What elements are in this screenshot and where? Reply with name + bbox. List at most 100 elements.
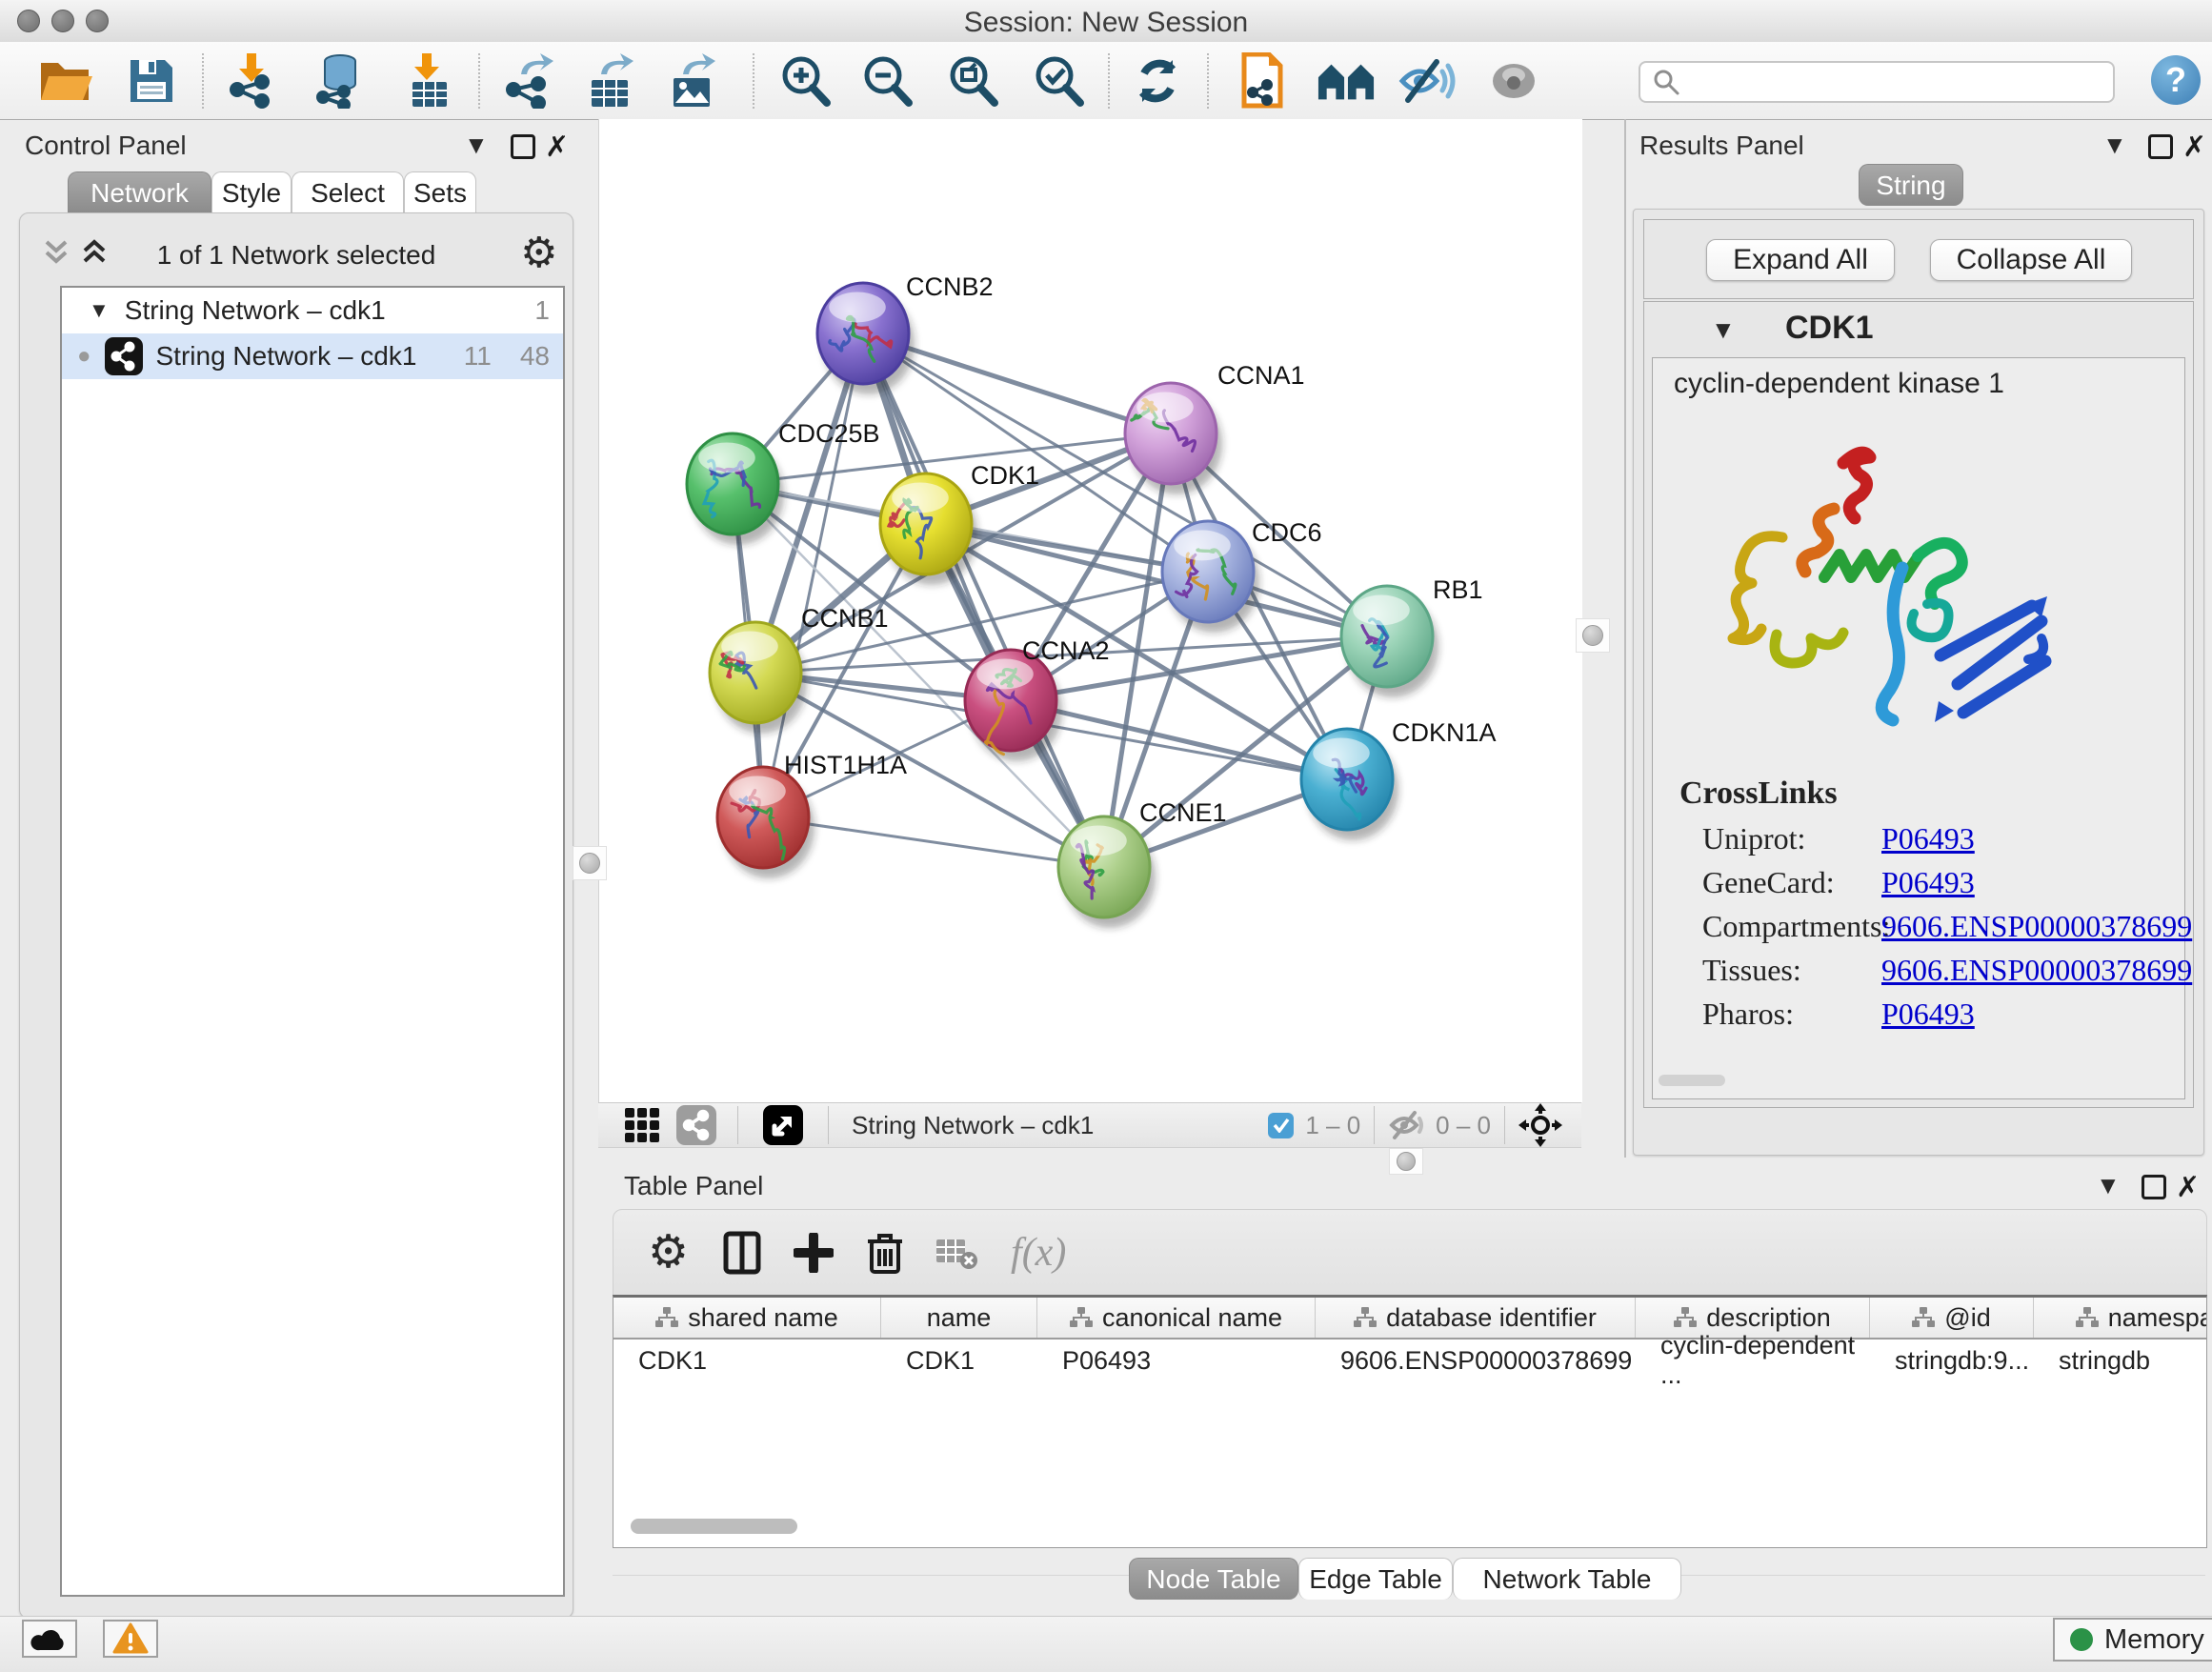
import-network-button[interactable]	[221, 51, 280, 111]
table-row[interactable]: CDK1CDK1P064939606.ENSP00000378699cyclin…	[613, 1340, 2207, 1381]
network-node-CCNE1[interactable]	[1058, 816, 1156, 928]
crosslink-uniprot-link[interactable]: P06493	[1881, 821, 1975, 856]
warning-status-button[interactable]	[103, 1620, 158, 1658]
search-input[interactable]	[1680, 67, 2084, 98]
network-node-CCNB2[interactable]	[817, 283, 915, 394]
float-panel-icon[interactable]: ▼	[2102, 132, 2127, 157]
column-header-canonical-name[interactable]: canonical name	[1037, 1298, 1316, 1338]
tab-select[interactable]: Select	[292, 171, 404, 213]
network-node-CCNA1[interactable]	[1125, 383, 1222, 494]
network-edge-CCNB2-CCNE1[interactable]	[863, 333, 1104, 867]
network-collection-row[interactable]: ▼ String Network – cdk1 1	[62, 288, 563, 333]
collection-expand-arrow-icon[interactable]: ▼	[89, 300, 110, 321]
network-node-CDC25B[interactable]	[687, 433, 784, 545]
vertical-splitter-handle[interactable]	[1576, 618, 1610, 653]
hide-graphics-button[interactable]	[1484, 51, 1543, 111]
function-builder-icon[interactable]: f(x)	[1011, 1230, 1066, 1276]
maximize-panel-icon[interactable]	[2148, 134, 2173, 159]
zoom-fit-button[interactable]	[943, 51, 1002, 111]
crosslink-compartments-link[interactable]: 9606.ENSP00000378699	[1881, 909, 2192, 944]
selected-checkbox-icon[interactable]	[1268, 1113, 1294, 1138]
zoom-selected-button[interactable]	[1029, 51, 1088, 111]
import-network-from-database-button[interactable]	[311, 51, 370, 111]
fit-selected-crosshair-icon[interactable]	[1518, 1103, 1562, 1147]
column-header-shared-name[interactable]: shared name	[613, 1298, 881, 1338]
expand-all-button[interactable]: Expand All	[1706, 239, 1895, 281]
table-cell[interactable]: cyclin-dependent ...	[1636, 1340, 1870, 1381]
collapse-all-button[interactable]: Collapse All	[1930, 239, 2132, 281]
tab-style[interactable]: Style	[211, 171, 292, 213]
refresh-view-button[interactable]	[1128, 51, 1187, 111]
network-node-CDC6[interactable]	[1162, 521, 1259, 633]
export-image-button[interactable]	[663, 51, 722, 111]
delete-table-icon[interactable]	[935, 1236, 978, 1270]
table-cell[interactable]: P06493	[1037, 1340, 1316, 1381]
button-label: Collapse All	[1957, 244, 2106, 276]
network-node-CDKN1A[interactable]	[1301, 729, 1398, 840]
detach-view-icon[interactable]	[763, 1105, 803, 1145]
memory-label: Memory	[2104, 1624, 2204, 1656]
table-cell[interactable]: CDK1	[881, 1340, 1037, 1381]
close-panel-icon[interactable]: ✗	[545, 131, 569, 164]
close-panel-icon[interactable]: ✗	[2176, 1171, 2200, 1204]
hidden-eye-icon[interactable]	[1388, 1110, 1426, 1140]
crosslink-tissues-link[interactable]: 9606.ENSP00000378699	[1881, 953, 2192, 988]
save-session-button[interactable]	[122, 51, 181, 111]
network-row-selected[interactable]: ● String Network – cdk1 11 48	[62, 333, 563, 379]
create-column-plus-icon[interactable]	[794, 1233, 834, 1273]
cloud-status-button[interactable]	[22, 1620, 77, 1658]
zoom-in-button[interactable]	[775, 51, 835, 111]
birds-eye-view-icon[interactable]	[623, 1106, 661, 1144]
close-panel-icon[interactable]: ✗	[2182, 131, 2206, 164]
column-header-label: namespace	[2108, 1303, 2207, 1333]
toolbar-separator	[202, 53, 204, 109]
string-home-button[interactable]	[1317, 51, 1376, 111]
table-cell[interactable]: 9606.ENSP00000378699	[1316, 1340, 1636, 1381]
show-columns-icon[interactable]	[723, 1231, 761, 1275]
open-session-button[interactable]	[36, 51, 95, 111]
table-cell[interactable]: stringdb:9...	[1870, 1340, 2034, 1381]
import-table-button[interactable]	[400, 51, 459, 111]
column-header-name[interactable]: name	[881, 1298, 1037, 1338]
table-options-gear-icon[interactable]: ⚙	[648, 1230, 689, 1276]
tab-node-table[interactable]: Node Table	[1129, 1558, 1298, 1600]
column-header-namespace[interactable]: namespace	[2034, 1298, 2207, 1338]
network-node-RB1[interactable]	[1341, 586, 1438, 697]
network-tab-content: 1 of 1 Network selected ⚙ ▼ String Netwo…	[19, 212, 573, 1619]
table-cell[interactable]: stringdb	[2034, 1340, 2207, 1381]
network-canvas[interactable]: CCNB2CCNA1CDC25BCDK1CDC6RB1CCNB1CCNA2CDK…	[598, 119, 1582, 1102]
share-session-file-button[interactable]	[1231, 51, 1290, 111]
help-button[interactable]: ?	[2151, 55, 2201, 105]
network-node-CDK1[interactable]	[880, 473, 977, 585]
network-overview-icon[interactable]	[676, 1105, 716, 1145]
tab-sets[interactable]: Sets	[404, 171, 476, 213]
export-table-button[interactable]	[581, 51, 640, 111]
delete-column-trash-icon[interactable]	[866, 1230, 904, 1276]
results-scrollbar[interactable]	[1659, 1075, 1725, 1086]
tab-edge-table[interactable]: Edge Table	[1298, 1558, 1453, 1600]
float-panel-icon[interactable]: ▼	[2096, 1173, 2121, 1198]
tab-network-table[interactable]: Network Table	[1453, 1558, 1681, 1600]
status-bar: Memory	[0, 1616, 2212, 1672]
network-node-HIST1H1A[interactable]	[717, 767, 814, 878]
crosslink-pharos-link[interactable]: P06493	[1881, 997, 1975, 1032]
maximize-panel-icon[interactable]	[511, 134, 535, 159]
column-header-database-identifier[interactable]: database identifier	[1316, 1298, 1636, 1338]
zoom-out-button[interactable]	[857, 51, 916, 111]
maximize-panel-icon[interactable]	[2142, 1175, 2166, 1199]
show-graphics-details-button[interactable]	[1398, 51, 1458, 111]
memory-button[interactable]: Memory	[2053, 1618, 2212, 1662]
section-collapse-arrow-icon[interactable]: ▼	[1711, 317, 1736, 342]
vertical-splitter-handle[interactable]	[573, 846, 607, 880]
network-node-CCNA2[interactable]	[965, 650, 1062, 761]
crosslink-genecard-link[interactable]: P06493	[1881, 865, 1975, 900]
column-header--id[interactable]: @id	[1870, 1298, 2034, 1338]
tab-string[interactable]: String	[1859, 164, 1963, 206]
table-horizontal-scrollbar[interactable]	[631, 1519, 797, 1534]
table-cell[interactable]: CDK1	[613, 1340, 881, 1381]
search-field[interactable]	[1639, 61, 2115, 103]
tab-network[interactable]: Network	[68, 171, 211, 213]
float-panel-icon[interactable]: ▼	[464, 132, 489, 157]
export-network-button[interactable]	[499, 51, 558, 111]
network-options-gear-icon[interactable]: ⚙	[520, 232, 557, 274]
